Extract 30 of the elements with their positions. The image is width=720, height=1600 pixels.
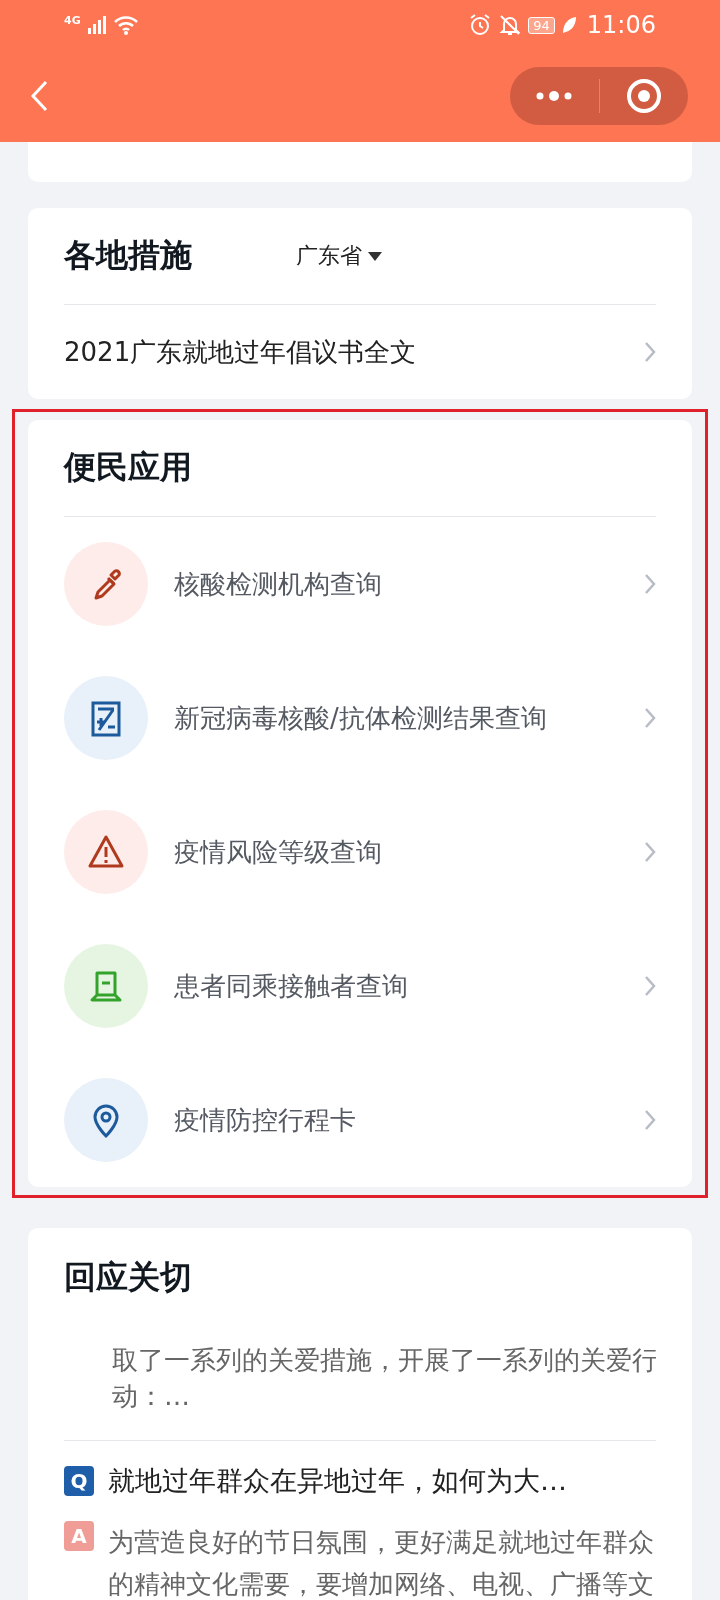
caret-icon bbox=[368, 251, 382, 261]
app-item[interactable]: 核酸检测机构查询 bbox=[64, 517, 656, 651]
chevron-right-icon bbox=[644, 975, 656, 997]
muted-bell-icon bbox=[498, 13, 523, 37]
wifi-icon bbox=[112, 15, 139, 35]
article-link[interactable]: 2021广东就地过年倡议书全文 bbox=[64, 305, 656, 399]
battery-level: 94 bbox=[528, 16, 555, 34]
chevron-right-icon bbox=[644, 573, 656, 595]
chevron-right-icon bbox=[644, 707, 656, 729]
section-title: 便民应用 bbox=[64, 447, 192, 488]
leaf-icon bbox=[560, 15, 577, 35]
network-label: 4G bbox=[64, 13, 81, 27]
target-icon bbox=[625, 78, 662, 114]
app-item[interactable]: 患者同乘接触者查询 bbox=[64, 919, 656, 1053]
chevron-right-icon bbox=[644, 841, 656, 863]
section-title: 回应关切 bbox=[64, 1257, 192, 1298]
chevron-right-icon bbox=[644, 341, 656, 363]
back-icon[interactable] bbox=[30, 80, 48, 112]
question-badge: Q bbox=[64, 1466, 94, 1496]
chevron-right-icon bbox=[644, 1109, 656, 1131]
signal-icon bbox=[86, 16, 107, 34]
section-title: 各地措施 bbox=[64, 235, 192, 276]
answer-text: 为营造良好的节日氛围，更好满足就地过年群众的精神文化需要，要增加网络、电视、广播等文 bbox=[108, 1526, 655, 1600]
app-item[interactable]: 新冠病毒核酸/抗体检测结果查询 bbox=[64, 651, 656, 785]
status-time: 11:06 bbox=[586, 11, 656, 39]
question-text[interactable]: 就地过年群众在异地过年，如何为大… bbox=[108, 1463, 567, 1499]
app-item[interactable]: 疫情风险等级查询 bbox=[64, 785, 656, 919]
app-item[interactable]: 疫情防控行程卡 bbox=[64, 1053, 656, 1187]
answer-badge: A bbox=[64, 1521, 94, 1551]
region-dropdown[interactable]: 广东省 bbox=[296, 241, 382, 271]
